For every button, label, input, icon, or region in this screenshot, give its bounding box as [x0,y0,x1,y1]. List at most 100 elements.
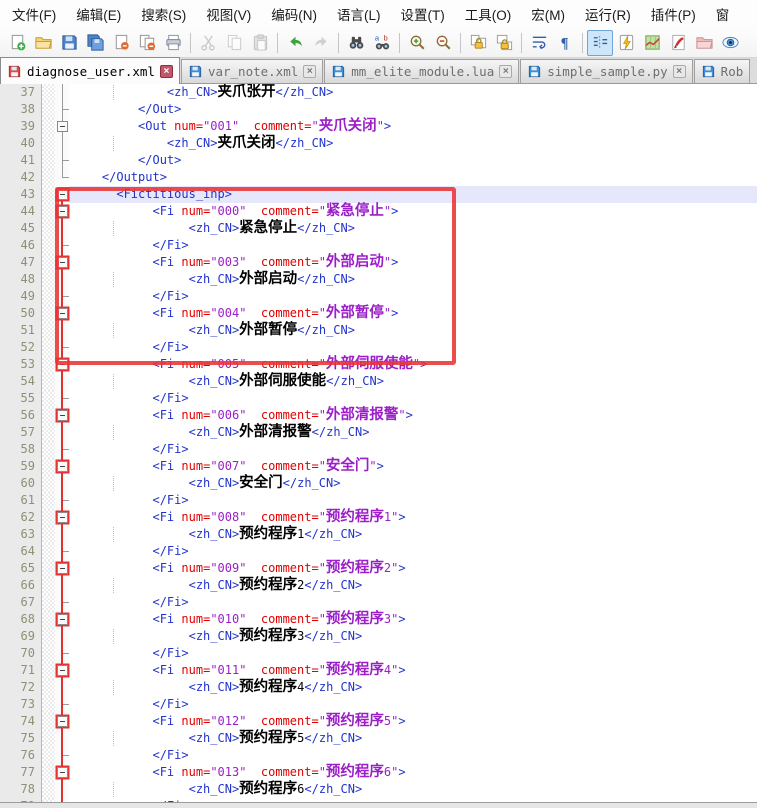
menu-item-4[interactable]: 编码(N) [261,0,327,28]
fold-toggle-74[interactable] [57,716,68,727]
document-monitor-button[interactable] [717,30,743,56]
code-line-59[interactable]: <Fi num="007" comment="安全门"> [69,458,757,475]
line-number[interactable]: 75 [0,730,42,747]
code-line-62[interactable]: <Fi num="008" comment="预约程序1"> [69,509,757,526]
user-language-button[interactable] [613,30,639,56]
tab-simple_sample-py[interactable]: simple_sample.py× [520,59,692,83]
code-line-51[interactable]: <zh_CN>外部暂停</zh_CN> [69,322,757,339]
code-line-73[interactable]: </Fi> [69,696,757,713]
line-number[interactable]: 78 [0,781,42,798]
indent-guide-button[interactable] [587,30,613,56]
tab-var_note-xml[interactable]: var_note.xml× [181,59,323,83]
code-line-68[interactable]: <Fi num="010" comment="预约程序3"> [69,611,757,628]
line-number[interactable]: 44 [0,203,42,220]
code-line-55[interactable]: </Fi> [69,390,757,407]
find-button[interactable] [343,30,369,56]
code-line-71[interactable]: <Fi num="011" comment="预约程序4"> [69,662,757,679]
code-line-61[interactable]: </Fi> [69,492,757,509]
fold-toggle-56[interactable] [57,410,68,421]
menu-item-10[interactable]: 插件(P) [641,0,706,28]
fold-toggle-43[interactable] [57,189,68,200]
menu-item-9[interactable]: 运行(R) [575,0,641,28]
code-line-43[interactable]: <Fictitious_inp> [69,186,757,203]
menu-item-3[interactable]: 视图(V) [196,0,261,28]
fold-toggle-59[interactable] [57,461,68,472]
word-wrap-button[interactable] [526,30,552,56]
code-line-65[interactable]: <Fi num="009" comment="预约程序2"> [69,560,757,577]
show-all-chars-button[interactable]: ¶ [552,30,578,56]
code-line-76[interactable]: </Fi> [69,747,757,764]
sync-vertical-button[interactable] [465,30,491,56]
code-line-39[interactable]: <Out num="001" comment="夹爪关闭"> [69,118,757,135]
code-line-52[interactable]: </Fi> [69,339,757,356]
code-line-60[interactable]: <zh_CN>安全门</zh_CN> [69,475,757,492]
code-line-50[interactable]: <Fi num="004" comment="外部暂停"> [69,305,757,322]
fold-toggle-62[interactable] [57,512,68,523]
menu-item-0[interactable]: 文件(F) [2,0,66,28]
code-line-53[interactable]: <Fi num="005" comment="外部伺服使能"> [69,356,757,373]
line-number[interactable]: 74 [0,713,42,730]
code-line-70[interactable]: </Fi> [69,645,757,662]
line-number[interactable]: 45 [0,220,42,237]
code-line-41[interactable]: </Out> [69,152,757,169]
code-line-75[interactable]: <zh_CN>预约程序5</zh_CN> [69,730,757,747]
line-number[interactable]: 55 [0,390,42,407]
zoom-in-button[interactable] [404,30,430,56]
line-number[interactable]: 37 [0,84,42,101]
code-line-78[interactable]: <zh_CN>预约程序6</zh_CN> [69,781,757,798]
menu-item-5[interactable]: 语言(L) [327,0,391,28]
code-line-38[interactable]: </Out> [69,101,757,118]
zoom-out-button[interactable] [430,30,456,56]
line-number[interactable]: 38 [0,101,42,118]
save-button[interactable] [56,30,82,56]
close-file-button[interactable] [108,30,134,56]
line-number[interactable]: 73 [0,696,42,713]
line-number[interactable]: 42 [0,169,42,186]
tab-Rob[interactable]: Rob [694,59,751,83]
line-number[interactable]: 66 [0,577,42,594]
line-number[interactable]: 49 [0,288,42,305]
code-line-40[interactable]: <zh_CN>夹爪关闭</zh_CN> [69,135,757,152]
line-number[interactable]: 61 [0,492,42,509]
line-number[interactable]: 69 [0,628,42,645]
line-number[interactable]: 43 [0,186,42,203]
paste-button[interactable] [247,30,273,56]
line-number[interactable]: 41 [0,152,42,169]
line-number[interactable]: 51 [0,322,42,339]
line-number[interactable]: 58 [0,441,42,458]
menu-item-7[interactable]: 工具(O) [455,0,522,28]
print-button[interactable] [160,30,186,56]
line-number[interactable]: 72 [0,679,42,696]
tab-mm_elite_module-lua[interactable]: mm_elite_module.lua× [324,59,519,83]
code-line-46[interactable]: </Fi> [69,237,757,254]
function-list-button[interactable] [665,30,691,56]
replace-button[interactable]: ab [369,30,395,56]
tab-close-button[interactable]: × [673,65,686,78]
fold-toggle-65[interactable] [57,563,68,574]
folder-workspace-button[interactable] [691,30,717,56]
fold-toggle-71[interactable] [57,665,68,676]
code-line-69[interactable]: <zh_CN>预约程序3</zh_CN> [69,628,757,645]
line-number[interactable]: 54 [0,373,42,390]
line-number[interactable]: 77 [0,764,42,781]
code-line-49[interactable]: </Fi> [69,288,757,305]
code-line-64[interactable]: </Fi> [69,543,757,560]
line-number[interactable]: 67 [0,594,42,611]
line-number[interactable]: 53 [0,356,42,373]
line-number[interactable]: 65 [0,560,42,577]
line-number[interactable]: 50 [0,305,42,322]
line-number[interactable]: 48 [0,271,42,288]
code-line-45[interactable]: <zh_CN>紧急停止</zh_CN> [69,220,757,237]
menu-item-2[interactable]: 搜索(S) [131,0,196,28]
editor[interactable]: 37 <zh_CN>夹爪张开</zh_CN>38 </Out>39 <Out n… [0,84,757,808]
line-number[interactable]: 59 [0,458,42,475]
code-line-67[interactable]: </Fi> [69,594,757,611]
open-folder-button[interactable] [30,30,56,56]
code-line-66[interactable]: <zh_CN>预约程序2</zh_CN> [69,577,757,594]
line-number[interactable]: 40 [0,135,42,152]
line-number[interactable]: 39 [0,118,42,135]
line-number[interactable]: 60 [0,475,42,492]
code-line-48[interactable]: <zh_CN>外部启动</zh_CN> [69,271,757,288]
document-map-button[interactable] [639,30,665,56]
fold-toggle-50[interactable] [57,308,68,319]
